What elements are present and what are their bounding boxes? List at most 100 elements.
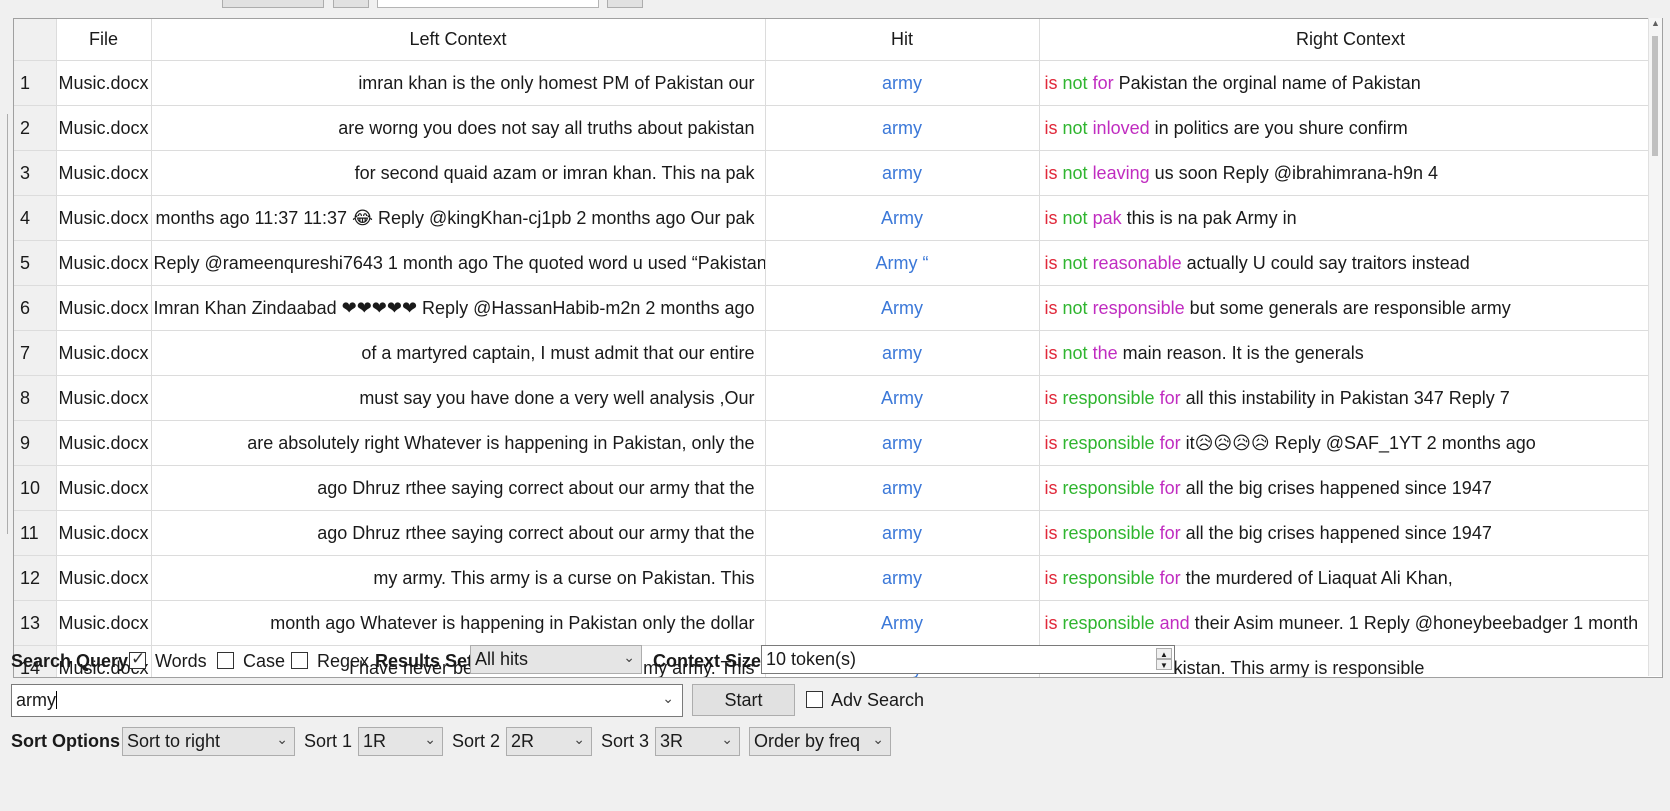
- file-cell[interactable]: Music.docx: [56, 510, 152, 556]
- sort1-select[interactable]: 1R ⌄: [358, 727, 443, 756]
- table-row[interactable]: 2 Music.docx are worng you does not say al…: [14, 105, 1662, 151]
- top-button-partial-2[interactable]: [607, 0, 643, 8]
- top-input-partial[interactable]: [377, 0, 599, 8]
- row-number[interactable]: 11: [14, 510, 57, 556]
- left-context-cell[interactable]: of a martyred captain, I must admit that…: [151, 330, 766, 376]
- hit-cell[interactable]: army: [765, 330, 1040, 376]
- left-context-cell[interactable]: must say you have done a very well analy…: [151, 375, 766, 421]
- right-context-cell[interactable]: is responsible and their Asim muneer. 1 …: [1039, 600, 1662, 646]
- chevron-down-icon[interactable]: ⌄: [662, 690, 674, 707]
- right-context-cell[interactable]: is not the main reason. It is the genera…: [1039, 330, 1662, 376]
- row-number[interactable]: 10: [14, 465, 57, 511]
- top-select-partial[interactable]: [222, 0, 324, 8]
- file-cell[interactable]: Music.docx: [56, 105, 152, 151]
- row-number[interactable]: 7: [14, 330, 57, 376]
- left-context-cell[interactable]: ago Dhruz rthee saying correct about our…: [151, 510, 766, 556]
- hit-cell[interactable]: Army: [765, 375, 1040, 421]
- file-cell[interactable]: Music.docx: [56, 375, 152, 421]
- order-select[interactable]: Order by freq ⌄: [749, 727, 891, 756]
- table-row[interactable]: 7 Music.docx of a martyred captain, I must…: [14, 330, 1662, 376]
- sort3-select[interactable]: 3R ⌄: [655, 727, 740, 756]
- file-cell[interactable]: Music.docx: [56, 330, 152, 376]
- left-context-cell[interactable]: for second quaid azam or imran khan. Thi…: [151, 150, 766, 196]
- right-context-cell[interactable]: is not inloved in politics are you shure…: [1039, 105, 1662, 151]
- row-number[interactable]: 5: [14, 240, 57, 286]
- table-vertical-scrollbar[interactable]: ▲: [1648, 18, 1662, 676]
- sort-mode-select[interactable]: Sort to right ⌄: [122, 727, 295, 756]
- file-cell[interactable]: Music.docx: [56, 555, 152, 601]
- file-cell[interactable]: Music.docx: [56, 195, 152, 241]
- case-checkbox[interactable]: [217, 652, 234, 669]
- row-number[interactable]: 1: [14, 60, 57, 106]
- search-query-input[interactable]: army ⌄: [11, 684, 683, 717]
- table-row[interactable]: 6 Music.docx Imran Khan Zindaabad ❤❤❤❤❤ Re…: [14, 285, 1662, 331]
- table-row[interactable]: 11 Music.docx ago Dhruz rthee saying corre…: [14, 510, 1662, 556]
- left-context-cell[interactable]: ago Dhruz rthee saying correct about our…: [151, 465, 766, 511]
- right-context-cell[interactable]: is not reasonable actually U could say t…: [1039, 240, 1662, 286]
- right-context-cell[interactable]: is responsible for it😥😥😥😥 Reply @SAF_1YT…: [1039, 420, 1662, 466]
- left-context-cell[interactable]: month ago Whatever is happening in Pakis…: [151, 600, 766, 646]
- hit-cell[interactable]: army: [765, 105, 1040, 151]
- context-size-spinbox[interactable]: 10 token(s) ▲ ▼: [761, 645, 1175, 674]
- left-context-cell[interactable]: my army. This army is a curse on Pakista…: [151, 555, 766, 601]
- right-context-cell[interactable]: is not for Pakistan the orginal name of …: [1039, 60, 1662, 106]
- scroll-thumb[interactable]: [1652, 36, 1658, 156]
- table-row[interactable]: 9 Music.docx are absolutely right Whatever…: [14, 420, 1662, 466]
- adv-search-checkbox[interactable]: [806, 691, 823, 708]
- start-button[interactable]: Start: [692, 684, 795, 716]
- file-cell[interactable]: Music.docx: [56, 600, 152, 646]
- row-number[interactable]: 3: [14, 150, 57, 196]
- hit-cell[interactable]: army: [765, 465, 1040, 511]
- file-cell[interactable]: Music.docx: [56, 240, 152, 286]
- hit-cell[interactable]: Army “: [765, 240, 1040, 286]
- row-number[interactable]: 13: [14, 600, 57, 646]
- row-number[interactable]: 2: [14, 105, 57, 151]
- top-button-partial[interactable]: [333, 0, 369, 8]
- case-label[interactable]: Case: [243, 651, 285, 672]
- file-cell[interactable]: Music.docx: [56, 465, 152, 511]
- file-cell[interactable]: Music.docx: [56, 420, 152, 466]
- file-cell[interactable]: Music.docx: [56, 60, 152, 106]
- hit-cell[interactable]: army: [765, 420, 1040, 466]
- table-row[interactable]: 5 Music.docx Reply @rameenqureshi7643 1 mo…: [14, 240, 1662, 286]
- row-number[interactable]: 4: [14, 195, 57, 241]
- left-context-cell[interactable]: Reply @rameenqureshi7643 1 month ago The…: [151, 240, 766, 286]
- right-context-cell[interactable]: is responsible for all this instability …: [1039, 375, 1662, 421]
- words-label[interactable]: Words: [155, 651, 207, 672]
- right-context-cell[interactable]: is not pak this is na pak Army in: [1039, 195, 1662, 241]
- hit-cell[interactable]: Army: [765, 195, 1040, 241]
- file-cell[interactable]: Music.docx: [56, 150, 152, 196]
- row-number[interactable]: 8: [14, 375, 57, 421]
- spin-up-icon[interactable]: ▲: [1156, 648, 1172, 659]
- table-row[interactable]: 1 Music.docx imran khan is the only homest…: [14, 60, 1662, 106]
- right-context-cell[interactable]: is responsible for all the big crises ha…: [1039, 465, 1662, 511]
- spin-down-icon[interactable]: ▼: [1156, 659, 1172, 670]
- row-number[interactable]: 6: [14, 285, 57, 331]
- results-set-select[interactable]: All hits ⌄: [470, 645, 642, 674]
- hit-cell[interactable]: army: [765, 510, 1040, 556]
- spin-buttons[interactable]: ▲ ▼: [1156, 648, 1172, 671]
- sort2-select[interactable]: 2R ⌄: [506, 727, 592, 756]
- table-row[interactable]: 8 Music.docx must say you have done a very…: [14, 375, 1662, 421]
- hit-cell[interactable]: army: [765, 60, 1040, 106]
- regex-checkbox[interactable]: [291, 652, 308, 669]
- hit-cell[interactable]: Army: [765, 285, 1040, 331]
- left-context-cell[interactable]: Imran Khan Zindaabad ❤❤❤❤❤ Reply @Hassan…: [151, 285, 766, 331]
- table-row[interactable]: 12 Music.docx my army. This army is a curs…: [14, 555, 1662, 601]
- header-row-number[interactable]: [14, 19, 57, 61]
- table-row[interactable]: 3 Music.docx for second quaid azam or imra…: [14, 150, 1662, 196]
- hit-cell[interactable]: Army: [765, 600, 1040, 646]
- left-context-cell[interactable]: months ago 11:37 11:37 😂 Reply @kingKhan…: [151, 195, 766, 241]
- right-context-cell[interactable]: is not responsible but some generals are…: [1039, 285, 1662, 331]
- search-query-value[interactable]: army: [16, 690, 56, 710]
- header-right-context[interactable]: Right Context: [1039, 19, 1662, 61]
- right-context-cell[interactable]: is responsible for all the big crises ha…: [1039, 510, 1662, 556]
- adv-search-label[interactable]: Adv Search: [831, 690, 924, 711]
- file-cell[interactable]: Music.docx: [56, 285, 152, 331]
- words-checkbox[interactable]: [129, 649, 146, 669]
- right-context-cell[interactable]: is responsible for the murdered of Liaqu…: [1039, 555, 1662, 601]
- left-context-cell[interactable]: are absolutely right Whatever is happeni…: [151, 420, 766, 466]
- row-number[interactable]: 12: [14, 555, 57, 601]
- left-context-cell[interactable]: imran khan is the only homest PM of Paki…: [151, 60, 766, 106]
- left-context-cell[interactable]: are worng you does not say all truths ab…: [151, 105, 766, 151]
